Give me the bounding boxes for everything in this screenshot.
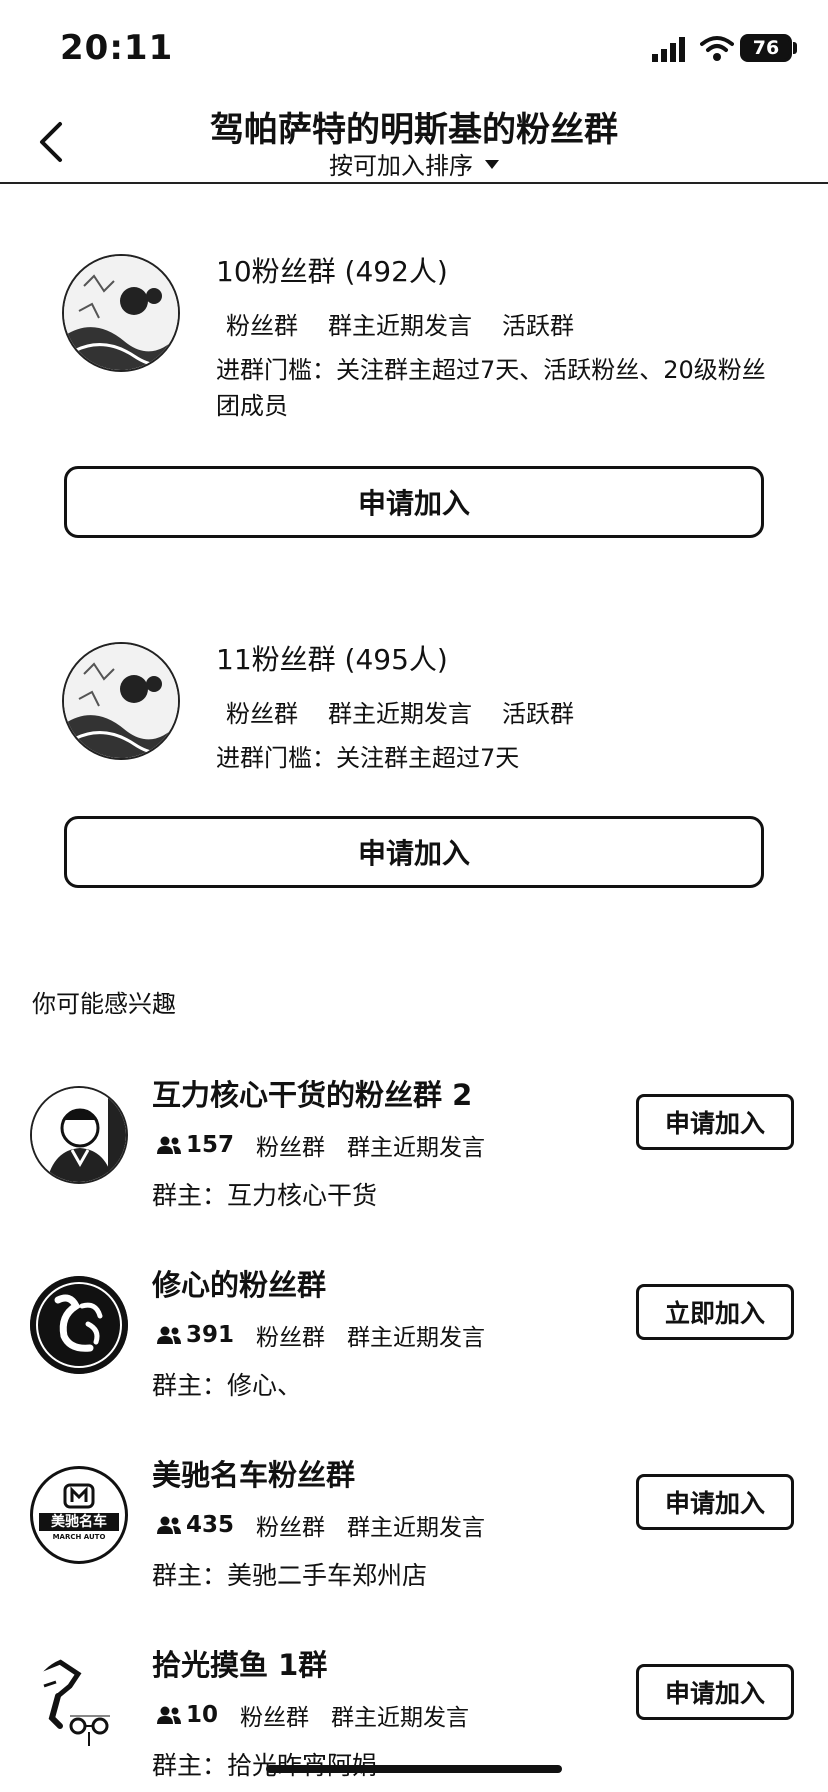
member-count-value: 435 [186, 1512, 235, 1538]
battery-level: 76 [752, 37, 780, 59]
march-auto-logo: 美驰名车 MARCH AUTO [33, 1469, 125, 1561]
member-count: 391 [156, 1322, 234, 1348]
recommend-item[interactable]: 修心的粉丝群 391 粉丝群 群主近期发言 群主：修心、 立即加入 [0, 1262, 828, 1422]
status-time: 20:11 [60, 28, 174, 68]
recommend-name: 拾光摸鱼 1群 [152, 1648, 328, 1682]
member-count-value: 10 [186, 1702, 219, 1728]
recommend-item[interactable]: 美驰名车 MARCH AUTO 美驰名车粉丝群 435 粉丝群 群主近期发言 群… [0, 1452, 828, 1612]
panda-avatar-image [64, 644, 178, 758]
member-count: 10 [156, 1702, 218, 1728]
group-avatar [30, 1276, 128, 1374]
recommend-name: 互力核心干货的粉丝群 2 [152, 1078, 473, 1112]
sort-label: 按可加入排序 [329, 152, 473, 180]
tag: 群主近期发言 [328, 700, 472, 728]
apply-join-button[interactable]: 申请加入 [64, 816, 764, 888]
tag: 群主近期发言 [347, 1515, 486, 1541]
tag: 群主近期发言 [347, 1325, 486, 1351]
fishing-logo-image [30, 1656, 128, 1754]
page-title: 驾帕萨特的明斯基的粉丝群 [210, 110, 618, 150]
apply-join-button[interactable]: 申请加入 [636, 1664, 794, 1720]
home-indicator[interactable] [266, 1765, 562, 1773]
battery-icon: 76 [740, 34, 792, 62]
m-badge-icon [63, 1483, 95, 1509]
recommend-stats: 391 粉丝群 群主近期发言 [156, 1318, 485, 1352]
section-title: 你可能感兴趣 [32, 990, 176, 1018]
caret-down-icon [485, 160, 499, 169]
group-owner: 群主：修心、 [152, 1371, 303, 1400]
member-count-value: 391 [186, 1322, 235, 1348]
wifi-icon [700, 36, 734, 61]
recommend-stats: 157 粉丝群 群主近期发言 [156, 1128, 485, 1162]
recommend-name: 美驰名车粉丝群 [152, 1458, 356, 1492]
battery-tip [793, 42, 797, 54]
logo-subtext: MARCH AUTO [52, 1533, 106, 1541]
group-avatar [62, 254, 180, 372]
nav-header: 驾帕萨特的明斯基的粉丝群 按可加入排序 [0, 100, 828, 184]
tag: 群主近期发言 [331, 1705, 470, 1731]
group-avatar [30, 1086, 128, 1184]
group-avatar [30, 1656, 128, 1754]
group-tags: 粉丝群 群主近期发言 活跃群 [226, 694, 574, 729]
apply-join-button[interactable]: 申请加入 [636, 1474, 794, 1530]
group-tags: 粉丝群 群主近期发言 活跃群 [226, 306, 574, 341]
tag: 粉丝群 [256, 1135, 326, 1161]
tag: 粉丝群 [226, 312, 298, 340]
recommend-stats: 435 粉丝群 群主近期发言 [156, 1508, 485, 1542]
tag: 群主近期发言 [347, 1135, 486, 1161]
logo-text: 美驰名车 [39, 1513, 119, 1531]
panda-avatar-image [64, 256, 178, 370]
group-threshold: 进群门槛：关注群主超过7天、活跃粉丝、20级粉丝团成员 [216, 356, 766, 420]
status-bar: 20:11 76 [0, 0, 828, 100]
person-avatar-image [32, 1088, 126, 1182]
tag: 粉丝群 [256, 1515, 326, 1541]
member-count: 157 [156, 1132, 234, 1158]
member-count: 435 [156, 1512, 234, 1538]
group-name: 10粉丝群 (492人) [216, 255, 448, 288]
group-owner: 群主：互力核心干货 [152, 1181, 378, 1210]
group-threshold: 进群门槛：关注群主超过7天 [216, 744, 520, 772]
cellular-signal-icon [652, 37, 685, 62]
recommend-stats: 10 粉丝群 群主近期发言 [156, 1698, 469, 1732]
group-owner: 群主：美驰二手车郑州店 [152, 1561, 428, 1590]
member-count-value: 157 [186, 1132, 235, 1158]
calligraphy-logo-image [30, 1276, 128, 1374]
members-icon [157, 1136, 181, 1154]
group-owner: 群主：拾光昨宵阿娟 [152, 1751, 378, 1780]
group-avatar: 美驰名车 MARCH AUTO [30, 1466, 128, 1564]
tag: 活跃群 [502, 312, 574, 340]
tag: 粉丝群 [256, 1325, 326, 1351]
tag: 活跃群 [502, 700, 574, 728]
members-icon [157, 1706, 181, 1724]
members-icon [157, 1516, 181, 1534]
apply-join-button[interactable]: 申请加入 [636, 1094, 794, 1150]
tag: 粉丝群 [226, 700, 298, 728]
apply-join-button[interactable]: 申请加入 [64, 466, 764, 538]
members-icon [157, 1326, 181, 1344]
group-name: 11粉丝群 (495人) [216, 643, 448, 676]
join-now-button[interactable]: 立即加入 [636, 1284, 794, 1340]
tag: 粉丝群 [240, 1705, 310, 1731]
tag: 群主近期发言 [328, 312, 472, 340]
recommend-item[interactable]: 互力核心干货的粉丝群 2 157 粉丝群 群主近期发言 群主：互力核心干货 申请… [0, 1072, 828, 1232]
recommend-name: 修心的粉丝群 [152, 1268, 327, 1302]
sort-selector[interactable]: 按可加入排序 [0, 146, 828, 181]
group-avatar [62, 642, 180, 760]
